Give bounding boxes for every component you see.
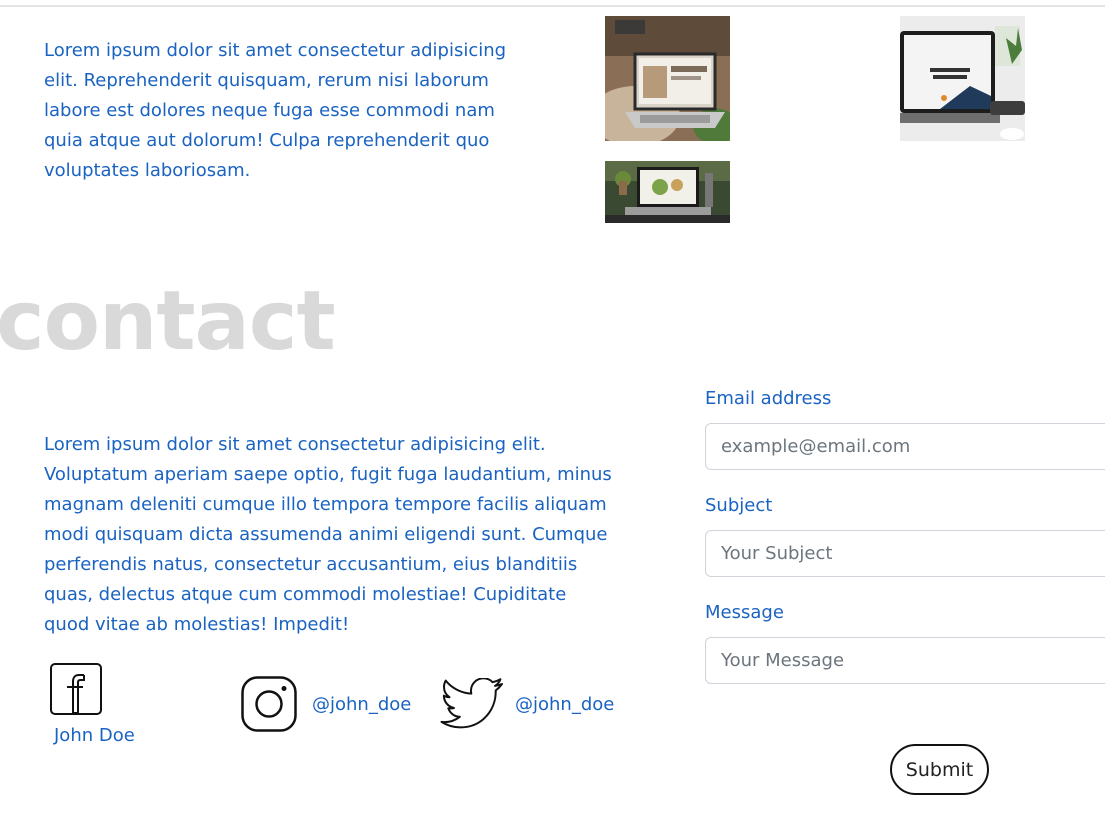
twitter-icon[interactable] bbox=[440, 677, 504, 732]
instagram-handle[interactable]: @john_doe bbox=[312, 693, 411, 717]
gallery-image-laptop-website[interactable] bbox=[605, 16, 730, 141]
submit-button[interactable]: Submit bbox=[890, 744, 989, 795]
contact-paragraph: Lorem ipsum dolor sit amet consectetur a… bbox=[44, 434, 612, 635]
subject-label: Subject bbox=[705, 495, 773, 516]
email-field[interactable] bbox=[705, 423, 1105, 470]
message-field[interactable] bbox=[705, 637, 1105, 684]
gallery-image-workhard-anywhere[interactable] bbox=[900, 16, 1025, 141]
facebook-name[interactable]: John Doe bbox=[54, 724, 135, 748]
contact-section-title: contact bbox=[0, 274, 336, 369]
top-divider bbox=[0, 5, 1105, 7]
instagram-icon[interactable] bbox=[241, 676, 297, 732]
twitter-handle[interactable]: @john_doe bbox=[515, 693, 614, 717]
email-label: Email address bbox=[705, 388, 832, 409]
subject-field[interactable] bbox=[705, 530, 1105, 577]
facebook-icon[interactable] bbox=[50, 663, 102, 715]
gallery-image-food-website[interactable] bbox=[605, 161, 730, 223]
message-label: Message bbox=[705, 602, 784, 623]
about-paragraph: Lorem ipsum dolor sit amet consectetur a… bbox=[44, 40, 507, 181]
